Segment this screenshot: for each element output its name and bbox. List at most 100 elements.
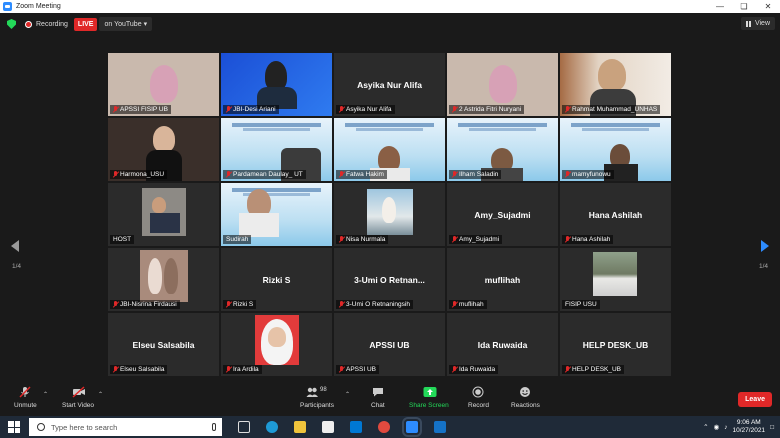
participant-name-label: Rizki S xyxy=(223,300,257,309)
mic-muted-icon xyxy=(565,366,570,373)
participant-tile[interactable]: Rahmat Muhammad_UNHAS xyxy=(560,53,671,116)
participant-tile[interactable]: Elseu Salsabila Elseu Salsabila xyxy=(108,313,219,376)
participant-tile[interactable]: Asyika Nur Alifa Asyika Nur Alifa xyxy=(334,53,445,116)
participant-tile[interactable]: mamyfunowu xyxy=(560,118,671,181)
share-screen-label: Share Screen xyxy=(409,402,449,409)
mic-muted-icon xyxy=(339,106,344,113)
chat-button[interactable]: Chat xyxy=(371,386,385,409)
zoom-taskbar-icon[interactable] xyxy=(402,417,422,437)
chat-icon xyxy=(372,386,384,398)
edge-legacy-icon[interactable] xyxy=(434,421,446,433)
participant-tile[interactable]: FISIP USU xyxy=(560,248,671,311)
task-view-icon[interactable] xyxy=(238,421,250,433)
mic-muted-icon xyxy=(452,106,457,113)
mic-muted-icon xyxy=(339,171,344,178)
participants-options-caret-icon[interactable]: ⌃ xyxy=(345,391,350,398)
stream-target-dropdown[interactable]: on YouTube ▾ xyxy=(99,17,153,31)
participant-name-label: Asyika Nur Alifa xyxy=(336,105,395,114)
mic-muted-icon xyxy=(113,366,118,373)
participant-tile[interactable]: Harmona_USU xyxy=(108,118,219,181)
participant-name-label: HOST xyxy=(110,235,135,244)
minimize-icon[interactable]: — xyxy=(708,2,732,11)
participant-tile[interactable]: HOST xyxy=(108,183,219,246)
share-screen-icon xyxy=(423,386,437,398)
start-video-button[interactable]: Start Video xyxy=(62,386,94,409)
leave-button[interactable]: Leave xyxy=(738,392,772,407)
search-icon xyxy=(37,423,45,431)
participant-name: mamyfunowu xyxy=(572,171,611,178)
participant-tile[interactable]: APSSI FISIP UB xyxy=(108,53,219,116)
participant-name-label: Harmona_USU xyxy=(110,170,168,179)
participant-tile[interactable]: 3-Umi O Retnan... 3-Umi O Retnaningsih xyxy=(334,248,445,311)
mail-icon[interactable] xyxy=(350,421,362,433)
windows-start-icon[interactable] xyxy=(8,421,20,433)
participant-name: JBI-Desi Ariani xyxy=(233,106,276,113)
reactions-button[interactable]: Reactions xyxy=(511,386,540,409)
speaker-icon[interactable]: ♪ xyxy=(724,424,727,431)
maximize-icon[interactable]: ❏ xyxy=(732,2,756,11)
unmute-button[interactable]: Unmute xyxy=(14,386,37,409)
participant-name-label: Fatwa Hakim xyxy=(336,170,387,179)
store-icon[interactable] xyxy=(322,421,334,433)
participant-tile[interactable]: 2 Astrida Fitri Nuryani xyxy=(447,53,558,116)
participant-tile[interactable]: muflihah muflihah xyxy=(447,248,558,311)
live-badge[interactable]: LIVE xyxy=(73,17,98,31)
participant-tile[interactable]: Ida Ruwaida Ida Ruwaida xyxy=(447,313,558,376)
wifi-icon[interactable]: ◉ xyxy=(714,423,720,431)
chevron-left-icon[interactable] xyxy=(11,240,19,252)
participant-tile[interactable]: Pardamean Daulay_ UT xyxy=(221,118,332,181)
meeting-topbar: Recording LIVE on YouTube ▾ View xyxy=(0,13,780,35)
clock-date: 10/27/2021 xyxy=(732,427,766,434)
participant-name-label: Elseu Salsabila xyxy=(110,365,168,374)
participant-name-label: 3-Umi O Retnaningsih xyxy=(336,300,413,309)
participant-tile[interactable]: Ira Ardila xyxy=(221,313,332,376)
notifications-icon[interactable]: □ xyxy=(770,424,774,431)
participant-tile[interactable]: Sudirah xyxy=(221,183,332,246)
shield-icon[interactable] xyxy=(7,19,16,29)
mic-muted-icon xyxy=(452,171,457,178)
view-button[interactable]: View xyxy=(740,17,775,30)
file-explorer-icon[interactable] xyxy=(294,421,306,433)
participants-button[interactable]: 98 Participants xyxy=(300,386,334,409)
tray-chevron-icon[interactable]: ⌃ xyxy=(703,423,708,431)
participant-name-label: muflihah xyxy=(449,300,487,309)
taskbar-search-input[interactable]: Type here to search xyxy=(29,418,222,436)
audio-options-caret-icon[interactable]: ⌃ xyxy=(43,391,48,398)
participants-icon: 98 xyxy=(306,386,328,398)
recording-indicator[interactable]: Recording xyxy=(25,20,68,28)
participant-name-label: APSSI UB xyxy=(336,365,379,374)
participant-tile[interactable]: JBI-Desi Ariani xyxy=(221,53,332,116)
participant-tile[interactable]: JBI-Nisrina Firdausi xyxy=(108,248,219,311)
edge-icon[interactable] xyxy=(266,421,278,433)
participant-tile[interactable]: Ilham Saladin xyxy=(447,118,558,181)
participant-tile[interactable]: Hana Ashilah Hana Ashilah xyxy=(560,183,671,246)
taskbar-clock[interactable]: 9:06 AM 10/27/2021 xyxy=(733,419,766,435)
participant-name-label: JBI-Desi Ariani xyxy=(223,105,279,114)
participant-tile[interactable]: APSSI UB APSSI UB xyxy=(334,313,445,376)
participant-name-label: Hana Ashilah xyxy=(562,235,614,244)
participant-tile[interactable]: Rizki S Rizki S xyxy=(221,248,332,311)
mic-muted-icon xyxy=(19,386,31,398)
mic-icon[interactable] xyxy=(212,423,216,431)
participant-name: FISIP USU xyxy=(565,301,597,308)
participant-name: HOST xyxy=(113,236,132,243)
close-icon[interactable]: ✕ xyxy=(756,2,780,11)
participant-tile[interactable]: Fatwa Hakim xyxy=(334,118,445,181)
record-label: Record xyxy=(468,402,489,409)
chevron-right-icon[interactable] xyxy=(761,240,769,252)
record-button[interactable]: Record xyxy=(468,386,489,409)
participant-name: Ida Ruwaida xyxy=(459,366,496,373)
participant-tile[interactable]: Nisa Nurmala xyxy=(334,183,445,246)
participant-tile[interactable]: Amy_Sujadmi Amy_Sujadmi xyxy=(447,183,558,246)
participant-tile[interactable]: HELP DESK_UB HELP DESK_UB xyxy=(560,313,671,376)
chrome-icon[interactable] xyxy=(378,421,390,433)
page-indicator-left: 1/4 xyxy=(12,263,22,270)
mic-muted-icon xyxy=(452,236,457,243)
mic-muted-icon xyxy=(339,301,344,308)
participant-name: Ira Ardila xyxy=(233,366,259,373)
share-screen-button[interactable]: Share Screen xyxy=(409,386,449,409)
mic-muted-icon xyxy=(565,106,570,113)
mic-muted-icon xyxy=(113,171,118,178)
window-controls: — ❏ ✕ xyxy=(708,2,780,11)
video-options-caret-icon[interactable]: ⌃ xyxy=(98,391,103,398)
